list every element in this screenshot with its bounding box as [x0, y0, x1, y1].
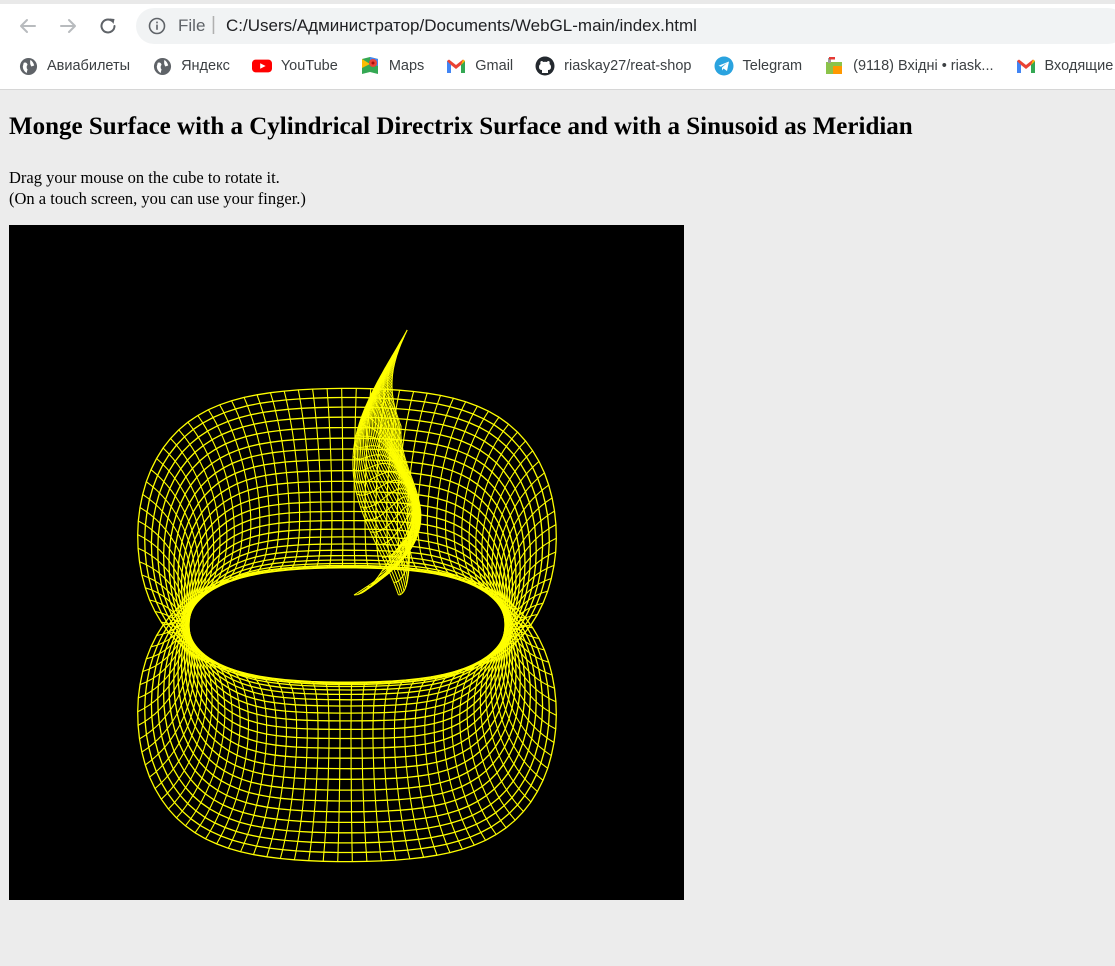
bookmark-label: riaskay27/reat-shop — [564, 58, 692, 74]
tab-strip-edge — [0, 0, 1115, 4]
bookmark-youtube[interactable]: YouTube — [251, 56, 338, 76]
wire-line — [219, 404, 252, 584]
wire-line — [283, 390, 301, 571]
bookmark-gmail[interactable]: Gmail — [446, 56, 513, 76]
back-button[interactable] — [14, 12, 42, 40]
bookmark-aviabilety[interactable]: Авиабилеты — [18, 56, 130, 76]
instructions: Drag your mouse on the cube to rotate it… — [9, 167, 1109, 209]
bookmark-label: Авиабилеты — [47, 58, 131, 74]
wire-line — [393, 679, 411, 860]
github-icon — [535, 56, 555, 76]
browser-chrome: File | C:/Users/Администратор/Documents/… — [0, 0, 1115, 90]
page-title: Monge Surface with a Cylindrical Directr… — [9, 113, 913, 140]
mailbox-icon — [824, 56, 844, 76]
address-divider: | — [211, 14, 216, 35]
wire-line — [297, 389, 311, 570]
info-icon[interactable] — [148, 17, 166, 35]
wire-line — [322, 681, 330, 862]
wire-line — [337, 681, 341, 862]
wire-line — [442, 666, 475, 846]
gmail-icon — [1016, 56, 1036, 76]
instruction-line-2: (On a touch screen, you can use your fin… — [9, 189, 306, 208]
bookmark-label: Яндекс — [181, 58, 230, 74]
bookmarks-bar: Авиабилеты Яндекс YouTube Maps Gmail ria… — [18, 54, 1115, 78]
youtube-icon — [251, 56, 272, 76]
arrow-left-icon — [20, 19, 36, 33]
wire-line — [350, 681, 353, 862]
wire-line — [216, 665, 250, 845]
wire-line — [486, 450, 534, 629]
telegram-icon — [714, 56, 734, 76]
reload-button[interactable] — [94, 12, 122, 40]
bookmark-label: Maps — [388, 58, 425, 74]
arrow-right-icon — [60, 19, 76, 33]
wire-line — [361, 681, 368, 862]
bookmark-label: (9118) Вхідні • riask... — [853, 58, 994, 74]
maps-pin-icon — [360, 56, 380, 76]
bookmark-mail-inbox[interactable]: (9118) Вхідні • riask... — [824, 56, 994, 76]
wire-line — [180, 549, 514, 780]
wire-line — [326, 388, 333, 569]
bookmark-github[interactable]: riaskay27/reat-shop — [535, 56, 692, 76]
wire-line — [293, 680, 308, 860]
reload-icon — [100, 18, 116, 34]
wire-line — [444, 405, 478, 585]
bookmark-yandex[interactable]: Яндекс — [152, 56, 230, 76]
bookmark-label: Входящие — [1044, 58, 1114, 74]
wire-line — [308, 680, 319, 861]
wire-line — [312, 389, 322, 569]
page-content: Monge Surface with a Cylindrical Directr… — [9, 112, 1109, 209]
bookmark-label: YouTube — [280, 58, 338, 74]
wireframe-surface — [137, 329, 557, 863]
webgl-canvas[interactable] — [9, 225, 684, 900]
scheme-label: File — [178, 16, 206, 35]
gmail-icon — [446, 56, 466, 76]
globe-icon — [18, 56, 38, 76]
bookmark-inbox-gmail[interactable]: Входящие — [1016, 56, 1114, 76]
wire-line — [383, 680, 397, 861]
wire-line — [180, 470, 514, 701]
globe-icon — [152, 56, 172, 76]
bookmark-maps[interactable]: Maps — [360, 56, 424, 76]
bookmark-label: Telegram — [742, 58, 803, 74]
wire-line — [372, 681, 382, 861]
bookmark-label: Gmail — [475, 58, 514, 74]
address-bar[interactable]: File | C:/Users/Администратор/Documents/… — [136, 8, 1115, 44]
wire-line — [160, 621, 208, 800]
url-text[interactable]: C:/Users/Администратор/Documents/WebGL-m… — [226, 16, 697, 36]
instruction-line-1: Drag your mouse on the cube to rotate it… — [9, 168, 280, 187]
forward-button[interactable] — [54, 12, 82, 40]
wire-line — [341, 388, 344, 569]
bookmark-telegram[interactable]: Telegram — [714, 56, 803, 76]
